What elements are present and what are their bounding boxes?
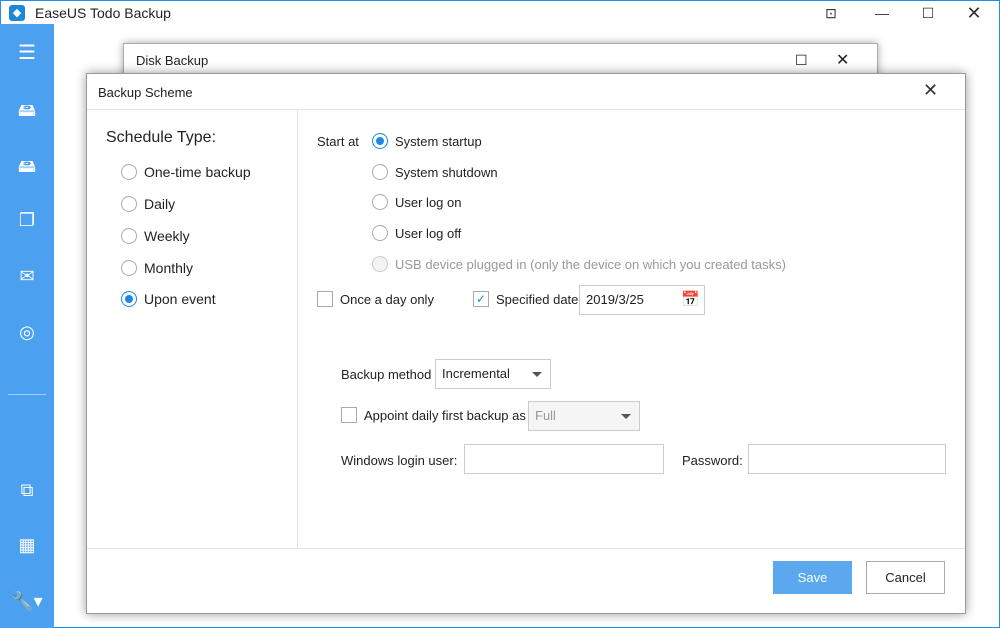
login-user-input[interactable] bbox=[464, 444, 664, 474]
minimize-icon[interactable]: — bbox=[867, 3, 897, 23]
smart-backup-icon[interactable]: ◎ bbox=[0, 322, 54, 343]
disk-backup-title: Disk Backup bbox=[136, 53, 209, 68]
apps-icon[interactable]: ▦ bbox=[0, 535, 54, 556]
cancel-button[interactable]: Cancel bbox=[866, 561, 945, 594]
calendar-icon[interactable]: 📅 bbox=[681, 286, 700, 314]
maximize-icon[interactable]: ☐ bbox=[795, 52, 808, 69]
mail-backup-icon[interactable]: ✉ bbox=[0, 266, 54, 287]
dialog-title: Backup Scheme bbox=[98, 85, 193, 100]
divider bbox=[87, 109, 965, 110]
start-at-label: Start at bbox=[317, 134, 359, 149]
sidebar-divider bbox=[8, 394, 46, 395]
specified-date-input[interactable]: 2019/3/25 📅 bbox=[579, 285, 705, 315]
save-button[interactable]: Save bbox=[773, 561, 852, 594]
divider bbox=[297, 110, 298, 548]
password-label: Password: bbox=[682, 453, 743, 468]
disk-backup-icon[interactable]: 🖴 bbox=[0, 98, 54, 128]
close-icon[interactable]: ✕ bbox=[836, 50, 849, 70]
divider bbox=[87, 548, 965, 549]
login-user-label: Windows login user: bbox=[341, 453, 458, 468]
backup-method-select[interactable]: Incremental bbox=[435, 359, 551, 389]
clone-icon[interactable]: ⧉ bbox=[0, 480, 54, 501]
file-backup-icon[interactable]: ❐ bbox=[0, 210, 54, 231]
close-icon[interactable]: ✕ bbox=[959, 3, 989, 23]
schedule-type-label: Schedule Type: bbox=[106, 129, 217, 146]
system-backup-icon[interactable]: 🖴 bbox=[0, 154, 54, 184]
close-icon[interactable]: ✕ bbox=[923, 80, 938, 101]
first-backup-type-select: Full bbox=[528, 401, 640, 431]
sidebar: ☰ 🖴 🖴 ❐ ✉ ◎ ⧉ ▦ 🔧▾ bbox=[0, 24, 54, 628]
backup-method-label: Backup method bbox=[341, 367, 432, 382]
easeus-logo-icon: ◆ bbox=[9, 5, 25, 21]
password-input[interactable] bbox=[748, 444, 946, 474]
tools-icon[interactable]: 🔧▾ bbox=[0, 591, 54, 612]
title-bar: ◆ EaseUS Todo Backup ⊡ — ☐ ✕ bbox=[0, 0, 1000, 24]
check-icon: ✓ bbox=[473, 291, 489, 307]
backup-scheme-dialog: Backup Scheme ✕ Schedule Type: One-time … bbox=[86, 73, 966, 614]
menu-icon[interactable]: ☰ bbox=[0, 40, 54, 65]
chevron-down-icon bbox=[621, 414, 631, 419]
app-title: EaseUS Todo Backup bbox=[35, 5, 171, 21]
maximize-icon[interactable]: ☐ bbox=[913, 3, 943, 23]
chevron-down-icon bbox=[532, 372, 542, 377]
dropdown-icon[interactable]: ⊡ bbox=[816, 3, 846, 23]
